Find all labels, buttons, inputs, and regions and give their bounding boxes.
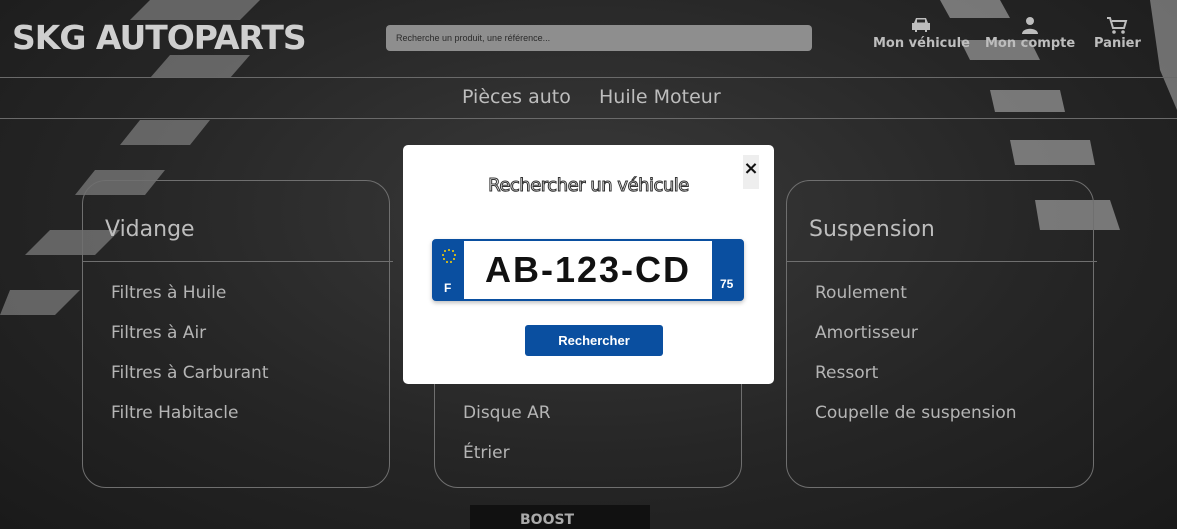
car-icon — [912, 18, 931, 32]
card-divider — [83, 261, 393, 262]
category-link[interactable]: Filtres à Carburant — [111, 363, 269, 403]
search-vehicle-button[interactable]: Rechercher — [525, 325, 663, 356]
category-card-vidange: Vidange Filtres à Huile Filtres à Air Fi… — [82, 180, 393, 488]
search-input[interactable]: Recherche un produit, une référence... — [386, 25, 812, 51]
category-card-suspension: Suspension Roulement Amortisseur Ressort… — [786, 180, 1097, 488]
plate-eu-band: F — [434, 241, 464, 299]
category-link[interactable]: Filtre Habitacle — [111, 403, 269, 443]
main-menu: Pièces auto Huile Moteur — [0, 78, 1177, 119]
category-link[interactable]: Amortisseur — [815, 323, 1017, 363]
site-header: SKG AUTOPARTS Recherche un produit, une … — [0, 0, 1177, 78]
category-link[interactable]: Filtres à Air — [111, 323, 269, 363]
site-logo[interactable]: SKG AUTOPARTS — [12, 18, 307, 57]
card-title: Suspension — [809, 217, 935, 242]
category-link[interactable]: Ressort — [815, 363, 1017, 403]
nav-my-vehicle[interactable]: Mon véhicule — [873, 16, 970, 51]
nav-cart[interactable]: Panier — [1094, 16, 1141, 51]
card-divider — [787, 261, 1097, 262]
category-link[interactable]: Filtres à Huile — [111, 283, 269, 323]
nav-my-account[interactable]: Mon compte — [985, 16, 1075, 51]
category-link[interactable]: Étrier — [463, 443, 551, 483]
plate-number-input[interactable]: AB-123-CD — [464, 241, 712, 299]
vehicle-search-modal: × Rechercher un véhicule F AB-123-CD 75 … — [403, 145, 774, 384]
svg-text:BOOST: BOOST — [520, 512, 575, 528]
plate-country: F — [444, 281, 452, 295]
plate-department-band: 75 — [712, 241, 742, 299]
category-link[interactable]: Coupelle de suspension — [815, 403, 1017, 443]
card-title: Vidange — [105, 217, 195, 242]
nav-label: Mon véhicule — [873, 36, 970, 51]
menu-item-pieces-auto[interactable]: Pièces auto — [462, 86, 571, 108]
plate-department: 75 — [720, 277, 734, 291]
category-link[interactable]: Disque AR — [463, 403, 551, 443]
category-link[interactable]: Roulement — [815, 283, 1017, 323]
cart-icon — [1107, 17, 1128, 34]
nav-label: Panier — [1094, 36, 1141, 51]
modal-title: Rechercher un véhicule — [488, 175, 690, 197]
eu-stars-icon — [442, 249, 456, 263]
license-plate-field: F AB-123-CD 75 — [432, 239, 744, 301]
menu-item-huile-moteur[interactable]: Huile Moteur — [599, 86, 721, 108]
nav-label: Mon compte — [985, 36, 1076, 51]
user-icon — [1022, 17, 1039, 34]
